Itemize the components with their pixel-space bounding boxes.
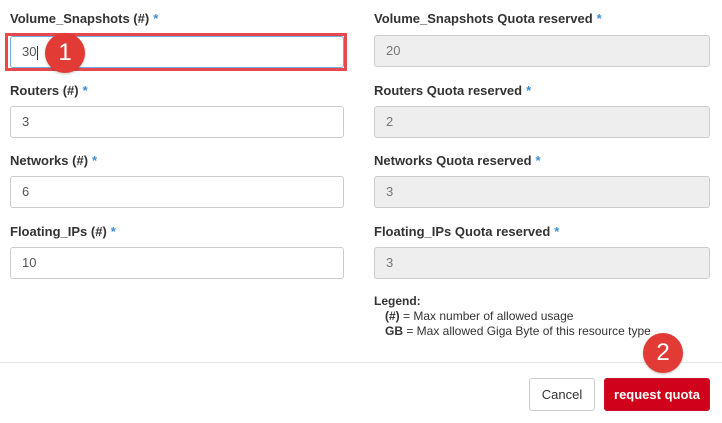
- networks-label-text: Networks (#): [10, 153, 89, 168]
- legend-key: GB: [385, 324, 403, 338]
- routers-value: 3: [22, 114, 30, 129]
- networks-label: Networks (#) *: [10, 153, 97, 168]
- volume-snapshots-reserved-label-text: Volume_Snapshots Quota reserved: [374, 11, 593, 26]
- step-marker-2: 2: [643, 333, 683, 373]
- legend-key: (#): [385, 309, 400, 323]
- volume-snapshots-reserved-label: Volume_Snapshots Quota reserved *: [374, 11, 602, 26]
- routers-label: Routers (#) *: [10, 83, 88, 98]
- floating-ips-reserved-label: Floating_IPs Quota reserved *: [374, 224, 559, 239]
- routers-reserved-field: 2: [374, 106, 710, 138]
- routers-reserved-label: Routers Quota reserved *: [374, 83, 531, 98]
- required-asterisk: *: [596, 11, 602, 26]
- floating-ips-value: 10: [22, 255, 37, 270]
- required-asterisk: *: [526, 83, 532, 98]
- volume-snapshots-reserved-value: 20: [386, 43, 401, 58]
- routers-label-text: Routers (#): [10, 83, 79, 98]
- floating-ips-label: Floating_IPs (#) *: [10, 224, 116, 239]
- required-asterisk: *: [153, 11, 159, 26]
- legend-text: = Max number of allowed usage: [399, 309, 574, 323]
- networks-reserved-label-text: Networks Quota reserved: [374, 153, 532, 168]
- legend: Legend: (#) = Max number of allowed usag…: [374, 294, 651, 339]
- routers-reserved-value: 2: [386, 114, 394, 129]
- legend-title: Legend:: [374, 294, 421, 308]
- floating-ips-reserved-value: 3: [386, 255, 394, 270]
- required-asterisk: *: [92, 153, 98, 168]
- networks-input[interactable]: 6: [10, 176, 344, 208]
- networks-reserved-value: 3: [386, 184, 394, 199]
- networks-reserved-field: 3: [374, 176, 710, 208]
- legend-item: GB = Max allowed Giga Byte of this resou…: [374, 324, 651, 339]
- legend-item: (#) = Max number of allowed usage: [374, 309, 651, 324]
- networks-reserved-label: Networks Quota reserved *: [374, 153, 541, 168]
- floating-ips-label-text: Floating_IPs (#): [10, 224, 107, 239]
- required-asterisk: *: [110, 224, 116, 239]
- routers-reserved-label-text: Routers Quota reserved: [374, 83, 523, 98]
- floating-ips-reserved-field: 3: [374, 247, 710, 279]
- legend-text: = Max allowed Giga Byte of this resource…: [403, 324, 651, 338]
- required-asterisk: *: [554, 224, 560, 239]
- floating-ips-input[interactable]: 10: [10, 247, 344, 279]
- volume-snapshots-reserved-field: 20: [374, 35, 710, 67]
- request-quota-button[interactable]: request quota: [604, 378, 710, 411]
- quota-form: Volume_Snapshots (#) * 30 1 Volume_Snapsh…: [0, 0, 722, 423]
- routers-input[interactable]: 3: [10, 106, 344, 138]
- volume-snapshots-label: Volume_Snapshots (#) *: [10, 11, 158, 26]
- required-asterisk: *: [535, 153, 541, 168]
- networks-value: 6: [22, 184, 30, 199]
- cancel-button[interactable]: Cancel: [529, 378, 595, 411]
- footer-divider: [0, 362, 722, 363]
- volume-snapshots-label-text: Volume_Snapshots (#): [10, 11, 150, 26]
- floating-ips-reserved-label-text: Floating_IPs Quota reserved: [374, 224, 551, 239]
- required-asterisk: *: [82, 83, 88, 98]
- step-marker-1: 1: [45, 33, 85, 73]
